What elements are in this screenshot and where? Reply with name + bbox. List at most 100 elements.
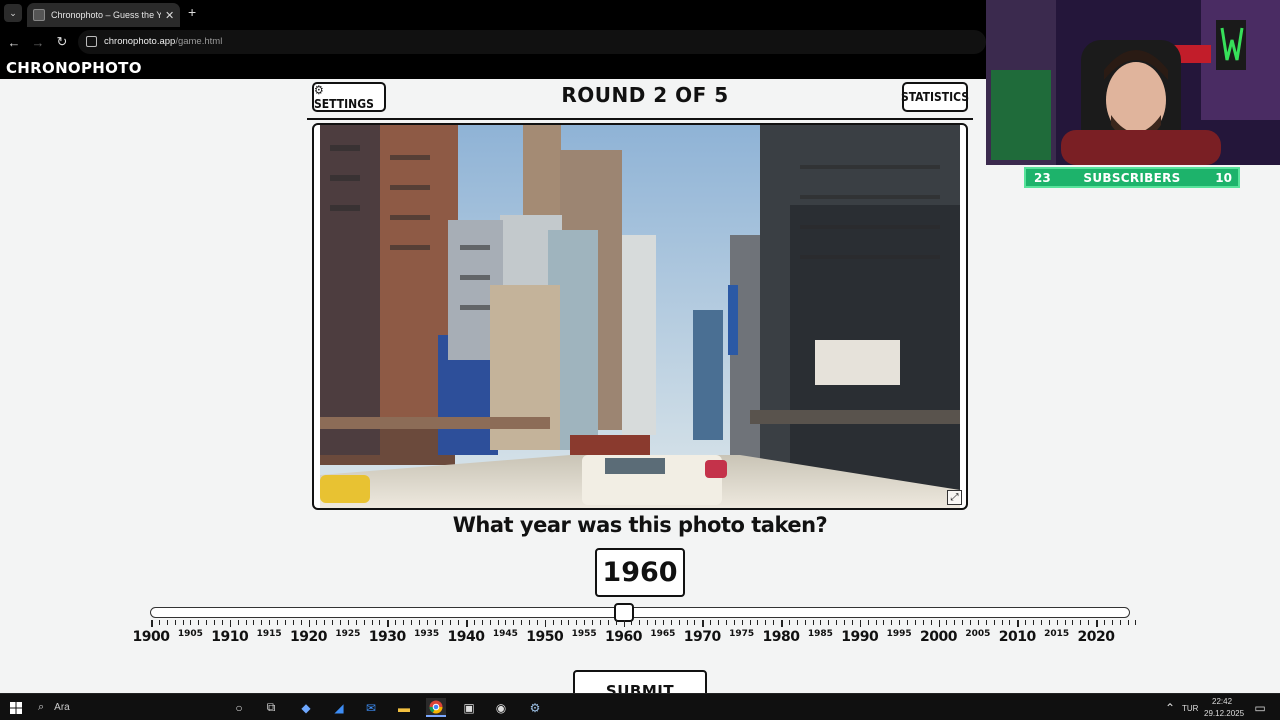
slider-tick [426, 620, 428, 625]
slider-tick [371, 620, 373, 625]
address-bar[interactable]: chronophoto.app/game.html [78, 30, 986, 54]
slider-tick [812, 620, 814, 625]
slider-tick [158, 620, 160, 625]
slider-tick [765, 620, 767, 625]
slider-tick [1017, 620, 1019, 627]
slider-year-label-minor: 1905 [177, 629, 203, 639]
notifications-icon[interactable]: ▭ [1250, 698, 1270, 717]
settings-button[interactable]: ⚙ SETTINGS [312, 82, 386, 112]
slider-tick [883, 620, 885, 625]
obs-icon[interactable]: ◉ [491, 698, 511, 717]
slider-tick [568, 620, 570, 625]
tab-close-icon[interactable]: ✕ [165, 9, 174, 22]
tab-search-button[interactable]: ⌄ [4, 4, 22, 22]
steam-icon[interactable]: ⚙ [525, 698, 545, 717]
game-photo[interactable]: ⤢ [312, 123, 968, 510]
slider-tick [875, 620, 877, 625]
task-view-icon[interactable]: ⧉ [261, 698, 281, 717]
forward-button[interactable]: → [29, 33, 47, 51]
edge-icon[interactable]: ◢ [329, 698, 349, 717]
slider-tick [1080, 620, 1082, 625]
slider-tick [560, 620, 562, 625]
tray-chevron-icon[interactable]: ⌃ [1160, 698, 1180, 717]
slider-tick [403, 620, 404, 625]
site-info-icon[interactable] [86, 36, 97, 47]
slider-tick [395, 620, 397, 625]
year-slider-track[interactable] [150, 607, 1130, 618]
slider-tick [355, 620, 357, 625]
slider-tick [584, 620, 586, 625]
slider-tick [1064, 620, 1066, 625]
slider-tick [615, 620, 617, 625]
slider-year-label-minor: 1955 [571, 629, 597, 639]
slider-tick [922, 620, 924, 625]
back-button[interactable]: ← [5, 33, 23, 51]
slider-tick [347, 620, 349, 625]
store-icon[interactable]: ▣ [459, 698, 479, 717]
slider-year-label: 2000 [920, 629, 957, 645]
url-host: chronophoto.app [104, 36, 176, 47]
slider-year-label: 1920 [290, 629, 327, 645]
slider-year-label: 2010 [998, 629, 1036, 645]
slider-tick [891, 620, 893, 625]
slider-tick [946, 620, 948, 625]
subscriber-counter: SUBSCRIBERS 23 10 [1024, 167, 1240, 188]
slider-tick [190, 620, 192, 625]
slider-year-label: 1970 [683, 629, 721, 645]
slider-tick [497, 620, 499, 625]
slider-tick [938, 620, 940, 627]
url-text: chronophoto.app/game.html [104, 36, 222, 47]
slider-tick [592, 620, 593, 625]
slider-tick [804, 620, 806, 625]
slider-tick [757, 620, 759, 625]
slider-year-label-minor: 1975 [729, 629, 755, 639]
slider-tick [552, 620, 554, 625]
tray-language[interactable]: TUR [1182, 704, 1198, 713]
subscriber-count-left: 23 [1034, 170, 1051, 185]
slider-tick [741, 620, 743, 625]
slider-tick [985, 620, 987, 625]
year-slider-ticks [0, 620, 1280, 628]
slider-tick [521, 620, 523, 625]
chrome-icon[interactable] [426, 698, 446, 717]
slider-tick [993, 620, 995, 625]
slider-tick [710, 620, 712, 625]
slider-tick [229, 620, 232, 627]
slider-tick [529, 620, 530, 625]
slider-tick [851, 620, 853, 625]
tray-time[interactable]: 22:42 [1212, 697, 1232, 706]
slider-tick [686, 620, 688, 625]
slider-year-label: 1950 [526, 629, 564, 645]
fullscreen-icon[interactable]: ⤢ [947, 490, 962, 505]
slider-tick [505, 620, 507, 625]
slider-tick [182, 620, 184, 625]
slider-tick [1048, 620, 1050, 625]
taskbar-search[interactable]: ⌕ Ara [32, 695, 222, 720]
slider-year-label: 1940 [447, 629, 485, 645]
mail-icon[interactable]: ✉ [361, 698, 381, 717]
search-icon: ⌕ [38, 701, 45, 713]
new-tab-button[interactable]: + [188, 4, 196, 20]
windows-start-icon[interactable] [6, 698, 26, 717]
slider-tick [324, 620, 326, 625]
file-explorer-icon[interactable]: ▬ [394, 698, 414, 717]
statistics-button[interactable]: STATISTICS [901, 82, 969, 112]
slider-tick [1033, 620, 1034, 625]
question-prompt: What year was this photo taken? [452, 513, 828, 537]
slider-tick [599, 620, 601, 625]
slider-tick [1072, 620, 1074, 625]
active-tab[interactable]: Chronophoto – Guess the Year ✕ [27, 3, 180, 27]
tray-date[interactable]: 29.12.2025 [1204, 709, 1244, 718]
reload-button[interactable]: ↻ [53, 33, 71, 51]
cortana-icon[interactable]: ○ [229, 698, 249, 717]
slider-tick [631, 620, 633, 625]
site-logo[interactable]: CHRONOPHOTO [6, 59, 142, 77]
slider-tick [245, 620, 247, 625]
slider-tick [513, 620, 515, 625]
slider-tick [718, 620, 719, 625]
copilot-icon[interactable]: ◆ [296, 698, 316, 717]
street-photo-image [320, 125, 960, 508]
slider-year-label: 1910 [211, 629, 249, 645]
slider-tick [379, 620, 381, 625]
slider-tick [387, 620, 389, 627]
